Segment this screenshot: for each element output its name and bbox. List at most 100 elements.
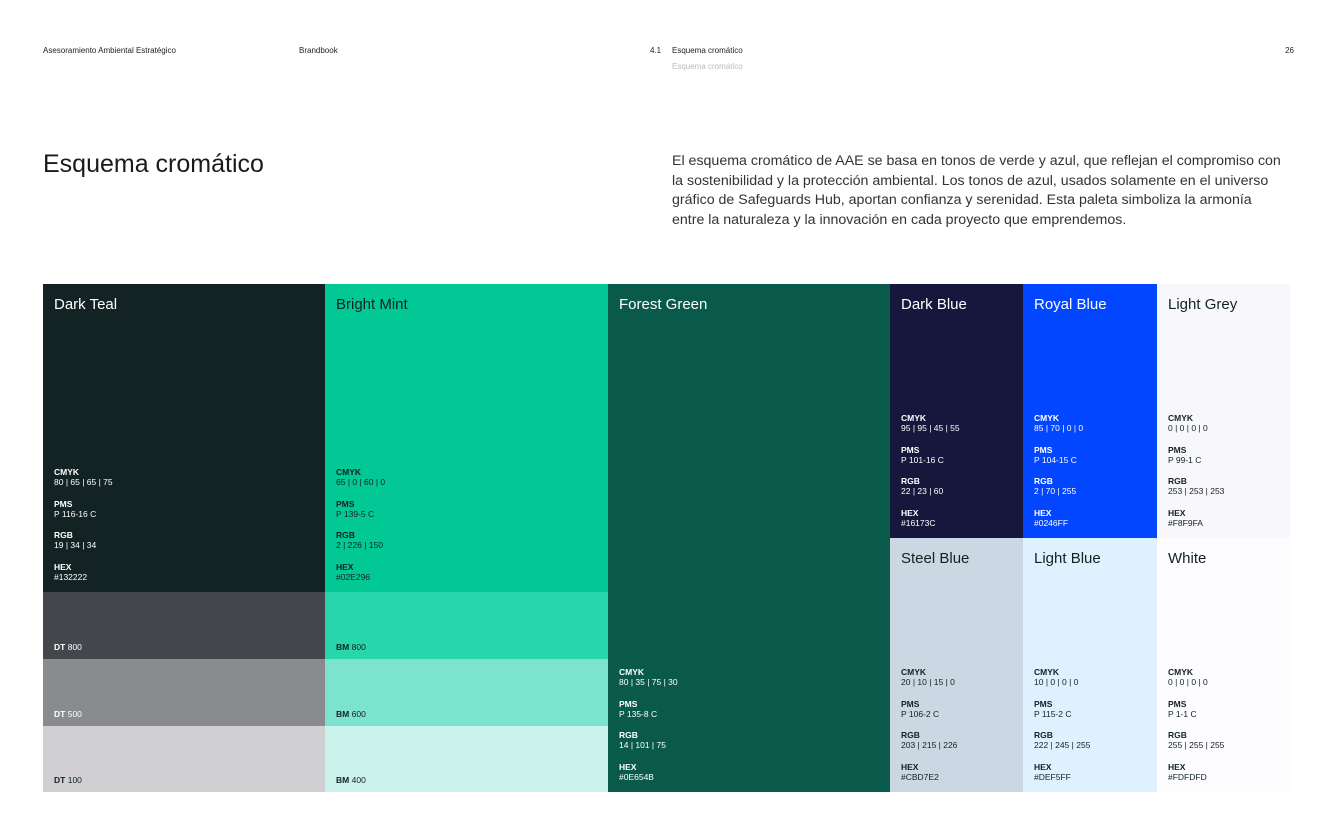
hex-label: HEX bbox=[1168, 761, 1186, 772]
rgb-value: 222 | 245 | 255 bbox=[1034, 740, 1091, 751]
cmyk-label: CMYK bbox=[1168, 413, 1194, 423]
cmyk-label: CMYK bbox=[336, 467, 362, 477]
swatch-forest-green: Forest Green CMYK 80 | 35 | 75 | 30 PMS P … bbox=[608, 284, 890, 792]
swatch-specs: CMYK 80 | 35 | 75 | 30 PMS P 135-8 C RGB 14… bbox=[619, 667, 678, 782]
pms-value: P 99-1 C bbox=[1168, 454, 1202, 465]
pms-label: PMS bbox=[54, 498, 73, 509]
swatch-specs: CMYK 65 | 0 | 60 | 0 PMS P 139-5 C RGB 2 | … bbox=[336, 467, 385, 582]
hex-value: #CBD7E2 bbox=[901, 771, 939, 782]
swatch-name: Forest Green bbox=[619, 296, 708, 313]
tint-label: DT 800 bbox=[54, 642, 82, 652]
pms-label: PMS bbox=[901, 444, 920, 455]
page-number: 26 bbox=[1285, 46, 1294, 55]
header-section-number: 4.1 bbox=[650, 46, 662, 55]
hex-value: #0E654B bbox=[619, 771, 654, 782]
swatch-specs: CMYK 95 | 95 | 45 | 55 PMS P 101-16 C RGB 2… bbox=[901, 413, 960, 528]
tint-bm-400: BM 400 bbox=[325, 726, 608, 792]
pms-label: PMS bbox=[1034, 444, 1053, 455]
swatch-white: White CMYK 0 | 0 | 0 | 0 PMS P 1-1 C RGB 25… bbox=[1157, 538, 1290, 792]
swatch-specs: CMYK 20 | 10 | 15 | 0 PMS P 106-2 C RGB 203… bbox=[901, 667, 957, 782]
hex-label: HEX bbox=[901, 761, 919, 772]
swatch-name: Steel Blue bbox=[901, 550, 970, 567]
pms-label: PMS bbox=[336, 498, 355, 509]
rgb-value: 203 | 215 | 226 bbox=[901, 740, 958, 751]
swatch-bright-mint: Bright Mint CMYK 65 | 0 | 60 | 0 PMS P 139… bbox=[325, 284, 608, 592]
swatch-name: Dark Teal bbox=[54, 296, 118, 313]
intro-paragraph: El esquema cromático de AAE se basa en t… bbox=[672, 153, 1281, 228]
rgb-label: RGB bbox=[1168, 476, 1187, 486]
rgb-label: RGB bbox=[1168, 730, 1187, 740]
rgb-label: RGB bbox=[1034, 730, 1053, 740]
cmyk-value: 0 | 0 | 0 | 0 bbox=[1168, 423, 1208, 434]
swatch-specs: CMYK 0 | 0 | 0 | 0 PMS P 1-1 C RGB 255 | 25… bbox=[1168, 667, 1224, 782]
cmyk-label: CMYK bbox=[901, 667, 927, 677]
rgb-label: RGB bbox=[336, 530, 355, 540]
hex-label: HEX bbox=[901, 507, 919, 518]
hex-value: #0246FF bbox=[1034, 517, 1069, 528]
pms-label: PMS bbox=[1168, 698, 1187, 709]
cmyk-value: 80 | 35 | 75 | 30 bbox=[619, 677, 678, 688]
hex-label: HEX bbox=[619, 761, 637, 772]
tint-label: BM 400 bbox=[336, 775, 366, 785]
swatch-royal-blue: Royal Blue CMYK 85 | 70 | 0 | 0 PMS P 104-… bbox=[1023, 284, 1157, 538]
tint-label: BM 600 bbox=[336, 709, 366, 719]
hex-value: #DEF5FF bbox=[1034, 771, 1071, 782]
hex-value: #F8F9FA bbox=[1168, 517, 1203, 528]
swatch-light-grey: Light Grey CMYK 0 | 0 | 0 | 0 PMS P 99-1 C… bbox=[1157, 284, 1290, 538]
rgb-value: 2 | 226 | 150 bbox=[336, 540, 383, 551]
swatch-name: Dark Blue bbox=[901, 296, 967, 313]
hex-label: HEX bbox=[336, 561, 354, 572]
cmyk-value: 95 | 95 | 45 | 55 bbox=[901, 423, 960, 434]
pms-label: PMS bbox=[1168, 444, 1187, 455]
pms-value: P 115-2 C bbox=[1034, 708, 1072, 719]
rgb-label: RGB bbox=[901, 730, 920, 740]
pms-value: P 116-16 C bbox=[54, 508, 97, 519]
cmyk-label: CMYK bbox=[619, 667, 645, 677]
swatch-name: White bbox=[1168, 550, 1207, 567]
tint-label: DT 500 bbox=[54, 709, 82, 719]
tint-bm-600: BM 600 bbox=[325, 659, 608, 726]
swatch-name: Bright Mint bbox=[336, 296, 408, 313]
cmyk-value: 10 | 0 | 0 | 0 bbox=[1034, 677, 1079, 688]
rgb-value: 255 | 255 | 255 bbox=[1168, 740, 1225, 751]
pms-value: P 106-2 C bbox=[901, 708, 940, 719]
tint-dt-100: DT 100 bbox=[43, 726, 325, 792]
hex-label: HEX bbox=[1034, 761, 1052, 772]
swatch-specs: CMYK 80 | 65 | 65 | 75 PMS P 116-16 C RGB 1… bbox=[54, 467, 113, 582]
hex-value: #16173C bbox=[901, 517, 936, 528]
cmyk-value: 65 | 0 | 60 | 0 bbox=[336, 477, 386, 488]
swatch-name: Light Blue bbox=[1034, 550, 1101, 567]
pms-label: PMS bbox=[1034, 698, 1053, 709]
cmyk-value: 0 | 0 | 0 | 0 bbox=[1168, 677, 1208, 688]
rgb-value: 2 | 70 | 255 bbox=[1034, 486, 1077, 497]
cmyk-label: CMYK bbox=[1168, 667, 1194, 677]
rgb-label: RGB bbox=[54, 530, 73, 540]
cmyk-label: CMYK bbox=[901, 413, 927, 423]
header-section-subtitle: Esquema cromático bbox=[672, 62, 743, 71]
hex-value: #02E296 bbox=[336, 571, 371, 582]
pms-value: P 135-8 C bbox=[619, 708, 658, 719]
swatch-specs: CMYK 85 | 70 | 0 | 0 PMS P 104-15 C RGB 2 |… bbox=[1034, 413, 1083, 528]
cmyk-label: CMYK bbox=[1034, 413, 1060, 423]
rgb-value: 14 | 101 | 75 bbox=[619, 740, 666, 751]
pms-value: P 1-1 C bbox=[1168, 708, 1197, 719]
rgb-label: RGB bbox=[619, 730, 638, 740]
rgb-value: 253 | 253 | 253 bbox=[1168, 486, 1225, 497]
swatch-steel-blue: Steel Blue CMYK 20 | 10 | 15 | 0 PMS P 106… bbox=[890, 538, 1023, 792]
swatch-name: Light Grey bbox=[1168, 296, 1238, 313]
cmyk-value: 20 | 10 | 15 | 0 bbox=[901, 677, 955, 688]
cmyk-label: CMYK bbox=[1034, 667, 1060, 677]
cmyk-value: 80 | 65 | 65 | 75 bbox=[54, 477, 113, 488]
tint-dt-800: DT 800 bbox=[43, 592, 325, 659]
rgb-label: RGB bbox=[901, 476, 920, 486]
rgb-label: RGB bbox=[1034, 476, 1053, 486]
hex-value: #132222 bbox=[54, 571, 88, 582]
pms-value: P 101-16 C bbox=[901, 454, 944, 465]
tint-dt-500: DT 500 bbox=[43, 659, 325, 726]
header-doc-title: Brandbook bbox=[299, 46, 338, 55]
tint-label: DT 100 bbox=[54, 775, 82, 785]
swatch-name: Royal Blue bbox=[1034, 296, 1107, 313]
rgb-value: 19 | 34 | 34 bbox=[54, 540, 97, 551]
tint-bm-800: BM 800 bbox=[325, 592, 608, 659]
cmyk-label: CMYK bbox=[54, 467, 80, 477]
